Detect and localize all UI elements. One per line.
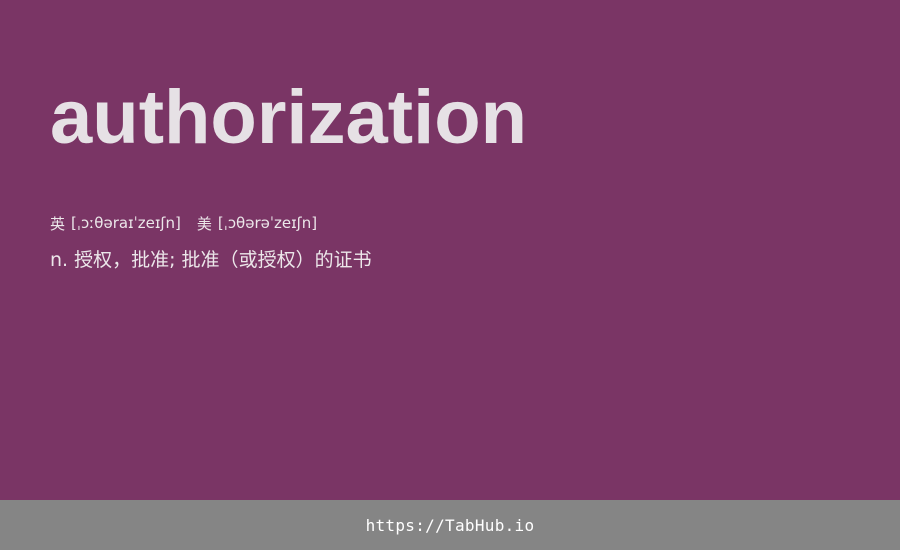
us-label: 美 <box>196 214 212 233</box>
uk-pronunciation: 英 [ˌɔːθəraɪˈzeɪʃn] <box>50 213 181 234</box>
pronunciation-row: 英 [ˌɔːθəraɪˈzeɪʃn] 美 [ˌɔθərəˈzeɪʃn] <box>50 212 317 234</box>
definition: n. 授权，批准; 批准（或授权）的证书 <box>50 249 372 271</box>
uk-label: 英 <box>50 214 66 233</box>
uk-ipa: [ˌɔːθəraɪˈzeɪʃn] <box>71 214 181 232</box>
footer-bar: https://TabHub.io <box>0 500 900 550</box>
us-ipa: [ˌɔθərəˈzeɪʃn] <box>217 214 318 232</box>
tabhub-link[interactable]: https://TabHub.io <box>366 516 535 535</box>
word-card: authorization 英 [ˌɔːθəraɪˈzeɪʃn] 美 [ˌɔθə… <box>0 0 900 500</box>
us-pronunciation: 美 [ˌɔθərəˈzeɪʃn] <box>197 213 317 234</box>
headword: authorization <box>50 75 528 160</box>
